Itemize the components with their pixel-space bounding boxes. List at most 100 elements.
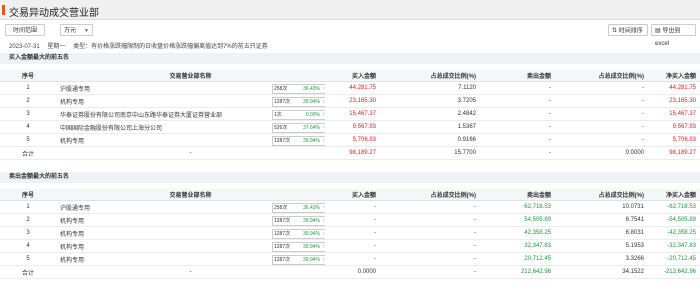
- row-seq: 4: [0, 239, 56, 253]
- col-net[interactable]: 净买入金额: [648, 70, 700, 82]
- table-row: 2 机构专用 1287次 39.94% ↑ 23,165.30 3.7205 - -…: [0, 94, 700, 108]
- row-net: -42,358.25: [648, 226, 700, 240]
- total-sell: -: [480, 146, 555, 160]
- total-label: 合计: [0, 146, 56, 160]
- total-buy-pct: -: [380, 265, 480, 279]
- stat-badge[interactable]: 1287次 39.94% ↑: [272, 97, 325, 107]
- badge-pct: 37.64%: [303, 125, 320, 131]
- total-label: 合计: [0, 265, 56, 279]
- stat-badge[interactable]: 526次 37.64% ↑: [272, 123, 325, 133]
- row-buy-pct: 1.5367: [380, 120, 480, 134]
- stat-badge[interactable]: 1287次 39.94% ↑: [272, 255, 325, 265]
- badge-count: 1287次: [274, 231, 291, 237]
- row-buy: 15,467.37: [325, 107, 380, 121]
- unit-select[interactable]: 万元 ▼: [60, 24, 93, 36]
- row-seq: 1: [0, 200, 56, 214]
- col-buy-pct[interactable]: 占总成交比例(%): [380, 189, 480, 201]
- sell-table: 序号 交易营业部名称 买入金额 占总成交比例(%) 卖出金额 占总成交比例(%)…: [0, 189, 700, 279]
- dept-name-link[interactable]: 沪股通专用: [60, 206, 90, 212]
- dept-name-link[interactable]: 机构专用: [60, 245, 84, 251]
- row-buy: -: [325, 239, 380, 253]
- col-buy[interactable]: 买入金额: [325, 70, 380, 82]
- col-sell[interactable]: 卖出金额: [480, 70, 555, 82]
- arrow-up-icon: ↑: [322, 112, 326, 118]
- col-net[interactable]: 净买入金额: [648, 189, 700, 201]
- stat-badge[interactable]: 258次 36.43% ↑: [272, 203, 325, 213]
- time-range-button[interactable]: 时间范围: [5, 24, 45, 36]
- row-net: 15,467.37: [648, 107, 700, 121]
- table-row: 3 机构专用 1287次 39.94% ↑ - - 42,358.25 6.8031…: [0, 226, 700, 240]
- col-sell[interactable]: 卖出金额: [480, 189, 555, 201]
- total-net: 98,189.27: [648, 146, 700, 160]
- row-buy-pct: 0.9166: [380, 133, 480, 147]
- stat-badge[interactable]: 1287次 39.94% ↑: [272, 229, 325, 239]
- stat-badge[interactable]: 258次 36.43% ↑: [272, 84, 325, 94]
- total-buy: 0.0000: [325, 265, 380, 279]
- badge-pct: 39.94%: [303, 99, 320, 105]
- badge-count: 258次: [274, 86, 288, 92]
- sell-table-header: 序号 交易营业部名称 买入金额 占总成交比例(%) 卖出金额 占总成交比例(%)…: [0, 189, 700, 201]
- row-sell-pct: -: [555, 120, 648, 134]
- dept-name-link[interactable]: 机构专用: [60, 258, 84, 264]
- trade-date: 2023-07-31: [9, 44, 40, 50]
- total-name: -: [56, 265, 325, 279]
- row-net: -20,712.45: [648, 252, 700, 266]
- dept-name-link[interactable]: 机构专用: [60, 139, 84, 145]
- page-title: 交易异动成交营业部: [9, 8, 99, 19]
- col-sell-pct[interactable]: 占总成交比例(%): [555, 189, 648, 201]
- title-bar: 交易异动成交营业部: [0, 0, 700, 20]
- table-row: 2 机构专用 1287次 39.94% ↑ - - 54,505.89 8.7541…: [0, 213, 700, 227]
- row-sell: 54,505.89: [480, 213, 555, 227]
- row-sell-pct: 5.1953: [555, 239, 648, 253]
- row-sell-pct: 3.3266: [555, 252, 648, 266]
- total-net: -212,642.96: [648, 265, 700, 279]
- badge-pct: 39.94%: [303, 244, 320, 250]
- row-name-cell: 沪股通专用 258次 36.43% ↑: [56, 200, 325, 214]
- badge-pct: 0.00%: [305, 112, 320, 118]
- dept-name-link[interactable]: 机构专用: [60, 100, 84, 106]
- badge-count: 526次: [274, 125, 288, 131]
- stat-badge[interactable]: 1287次 39.94% ↑: [272, 216, 325, 226]
- arrow-up-icon: ↑: [322, 231, 326, 237]
- arrow-up-icon: ↑: [322, 257, 326, 263]
- stat-badge[interactable]: 1次 0.00% ↑: [272, 110, 325, 120]
- row-buy-pct: -: [380, 226, 480, 240]
- col-seq[interactable]: 序号: [0, 189, 56, 201]
- row-sell: 62,718.53: [480, 200, 555, 214]
- trade-weekday: 星期一: [47, 44, 66, 50]
- sort-by-time-button[interactable]: ⇅ 时间排序: [608, 24, 648, 36]
- dept-name-link[interactable]: 中国国际金融股份有限公司上海分公司: [60, 126, 162, 132]
- dept-name-link[interactable]: 沪股通专用: [60, 87, 90, 93]
- table-row: 4 机构专用 1287次 39.94% ↑ - - 32,347.83 5.1953…: [0, 239, 700, 253]
- dept-name-link[interactable]: 华泰证券股份有限公司南京中山东路华泰证券大厦证券营业部: [60, 113, 222, 119]
- dept-name-link[interactable]: 机构专用: [60, 232, 84, 238]
- row-seq: 2: [0, 213, 56, 227]
- row-name-cell: 机构专用 1287次 39.94% ↑: [56, 213, 325, 227]
- table-row: 3 华泰证券股份有限公司南京中山东路华泰证券大厦证券营业部 1次 0.00% ↑ 1…: [0, 107, 700, 121]
- col-buy-pct[interactable]: 占总成交比例(%): [380, 70, 480, 82]
- col-buy[interactable]: 买入金额: [325, 189, 380, 201]
- badge-pct: 39.94%: [303, 138, 320, 144]
- title-accent-bar: [2, 5, 5, 15]
- buy-table: 序号 交易营业部名称 买入金额 占总成交比例(%) 卖出金额 占总成交比例(%)…: [0, 70, 700, 160]
- col-sell-pct[interactable]: 占总成交比例(%): [555, 70, 648, 82]
- col-name[interactable]: 交易营业部名称: [56, 189, 325, 201]
- row-buy-pct: -: [380, 252, 480, 266]
- col-name[interactable]: 交易营业部名称: [56, 70, 325, 82]
- row-name-cell: 机构专用 1287次 39.94% ↑: [56, 94, 325, 108]
- chevron-down-icon: ▼: [84, 28, 89, 34]
- row-name-cell: 华泰证券股份有限公司南京中山东路华泰证券大厦证券营业部 1次 0.00% ↑: [56, 107, 325, 121]
- stat-badge[interactable]: 1287次 39.94% ↑: [272, 136, 325, 146]
- col-seq[interactable]: 序号: [0, 70, 56, 82]
- sort-icon: ⇅: [612, 28, 618, 34]
- table-row: 5 机构专用 1287次 39.94% ↑ - - 20,712.45 3.3266…: [0, 252, 700, 266]
- row-buy: -: [325, 200, 380, 214]
- dept-name-link[interactable]: 机构专用: [60, 219, 84, 225]
- row-buy: 9,567.93: [325, 120, 380, 134]
- row-net: -32,347.83: [648, 239, 700, 253]
- arrow-up-icon: ↑: [322, 125, 326, 131]
- row-sell-pct: 10.0731: [555, 200, 648, 214]
- export-excel-button[interactable]: ▤ 导出到excel: [651, 24, 696, 47]
- stat-badge[interactable]: 1287次 39.94% ↑: [272, 242, 325, 252]
- badge-pct: 39.94%: [303, 257, 320, 263]
